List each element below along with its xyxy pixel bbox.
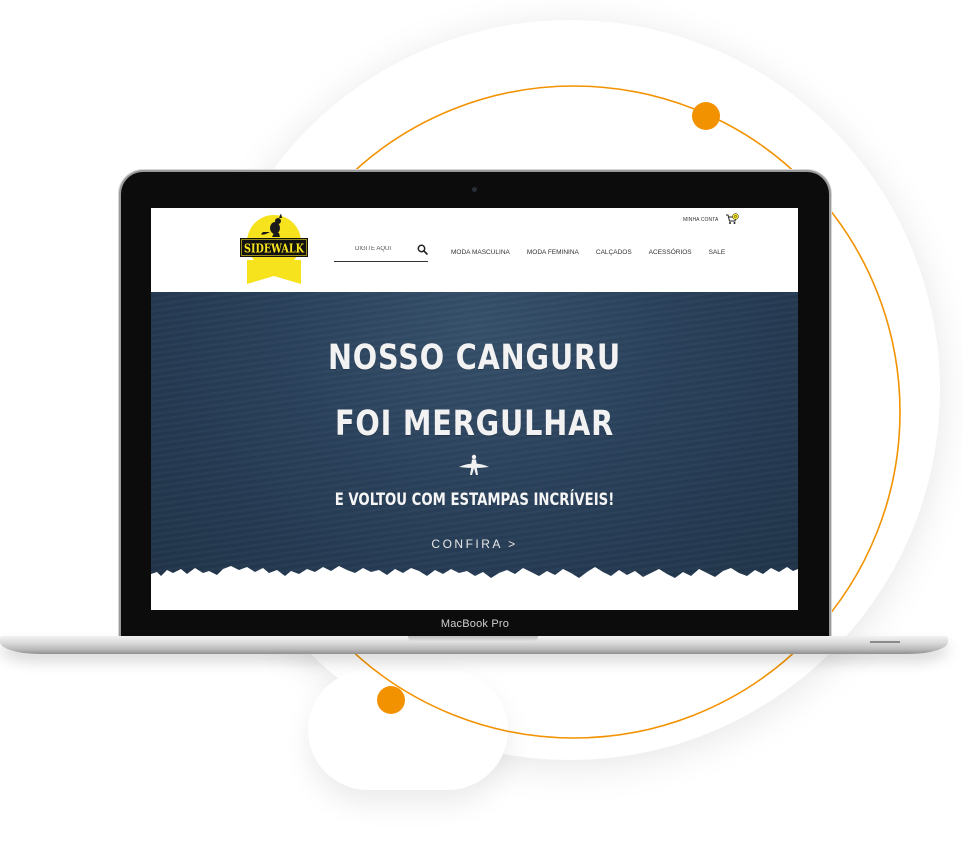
laptop-base-notch [408,636,538,642]
sidewalk-logo[interactable]: SIDEWALK [239,214,309,286]
hero-title-line1: NOSSO CANGURU [327,338,622,378]
cart-icon[interactable]: 0 [725,213,739,225]
nav-item-sale[interactable]: SALE [709,249,726,256]
hero-subtitle: E VOLTOU COM ESTAMPAS INCRÍVEIS! [334,490,615,510]
orbit-dot-bottom [377,686,405,714]
torn-paper-edge [151,566,798,610]
nav-item-acessorios[interactable]: ACESSÓRIOS [649,249,692,256]
laptop-base [0,636,948,654]
hero-banner: NOSSO CANGURU FOI MERGULHAR E VOLTOU COM… [151,292,798,610]
nav-item-moda-masculina[interactable]: MODA MASCULINA [451,249,510,256]
orbit-dot-top [692,102,720,130]
main-nav: MODA MASCULINA MODA FEMININA CALÇADOS AC… [451,249,725,256]
laptop-model-label: MacBook Pro [440,618,510,630]
confira-button[interactable]: CONFIRA > [151,537,798,551]
hero-title-line2: FOI MERGULHAR [334,404,615,444]
logo-text: SIDEWALK [244,241,305,256]
my-account-link[interactable]: MINHA CONTA [683,217,718,223]
search-box [334,244,428,262]
laptop-screen: SIDEWALK MINHA CONTA 0 MODA MASCULINA M [151,208,798,610]
site-header: SIDEWALK MINHA CONTA 0 MODA MASCULINA M [151,208,798,292]
laptop-lid: SIDEWALK MINHA CONTA 0 MODA MASCULINA M [121,172,829,638]
nav-item-moda-feminina[interactable]: MODA FEMININA [527,249,579,256]
webcam-icon [472,187,477,192]
surfer-icon [459,454,489,475]
nav-item-calcados[interactable]: CALÇADOS [596,249,632,256]
search-input[interactable] [334,246,412,252]
laptop-base-port [870,641,900,643]
search-icon[interactable] [417,244,428,255]
